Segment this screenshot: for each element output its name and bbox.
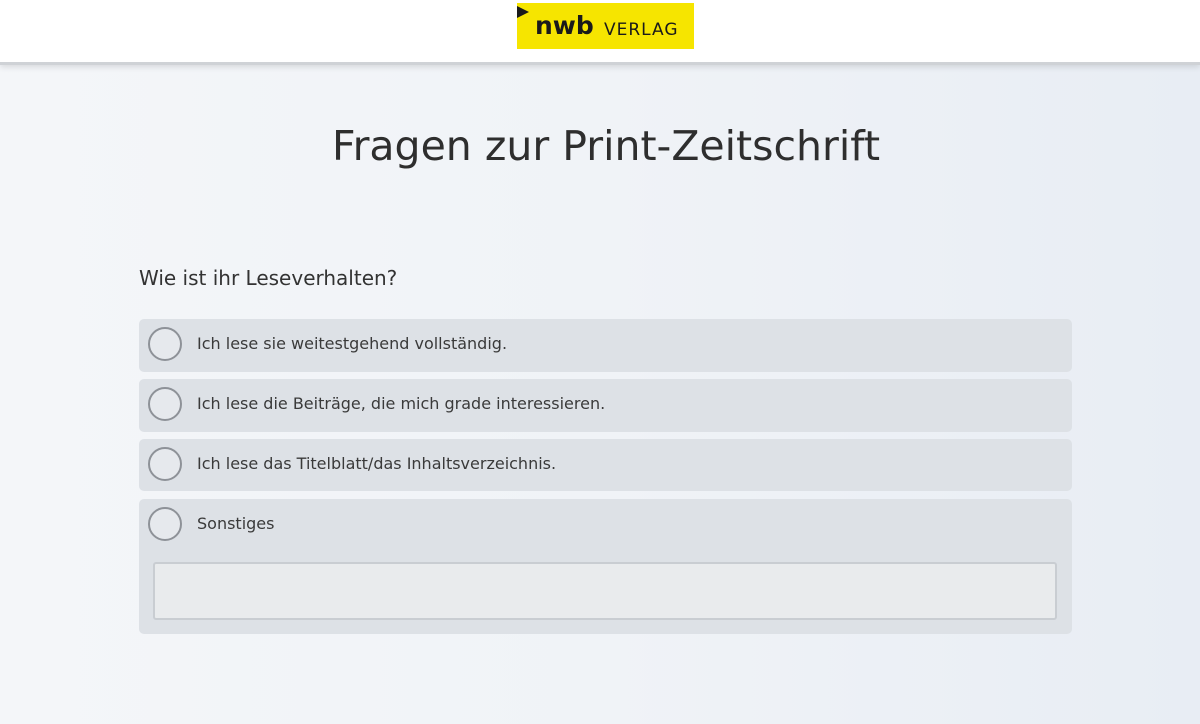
page-title: Fragen zur Print-Zeitschrift (331, 122, 881, 170)
answer-option-2[interactable]: Ich lese die Beiträge, die mich grade in… (139, 379, 1072, 432)
answer-option-label: Sonstiges (197, 514, 275, 533)
answer-option-label: Ich lese das Titelblatt/das Inhaltsverze… (197, 454, 557, 473)
answer-option-3[interactable]: Ich lese das Titelblatt/das Inhaltsverze… (139, 439, 1072, 491)
logo-mark: nwb (535, 11, 594, 40)
answer-option-label: Ich lese sie weitestgehend vollständig. (197, 334, 508, 353)
radio-button-other[interactable] (148, 507, 182, 541)
answer-option-1[interactable]: Ich lese sie weitestgehend vollständig. (139, 319, 1072, 372)
logo-flag-icon (517, 6, 529, 18)
radio-button-2[interactable] (148, 387, 182, 421)
radio-button-1[interactable] (148, 327, 182, 361)
other-text-field[interactable] (153, 562, 1057, 620)
site-header: nwb VERLAG (0, 0, 1200, 65)
question-text: Wie ist ihr Leseverhalten? (139, 266, 398, 290)
nwb-verlag-logo[interactable]: nwb VERLAG (517, 3, 694, 49)
answer-option-other[interactable]: Sonstiges (139, 499, 1072, 634)
logo-word: VERLAG (604, 20, 679, 40)
radio-button-3[interactable] (148, 447, 182, 481)
answer-option-label: Ich lese die Beiträge, die mich grade in… (197, 394, 606, 413)
